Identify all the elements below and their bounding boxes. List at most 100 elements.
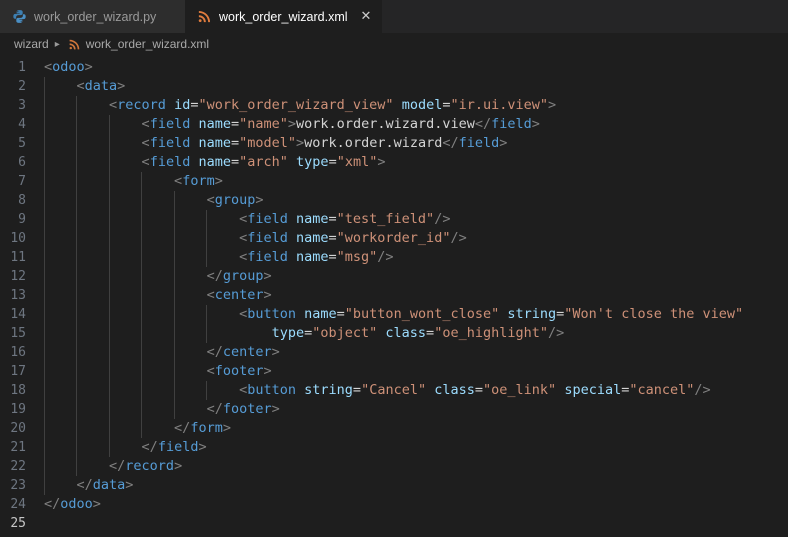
code-editor[interactable]: 1 <odoo> 2 <data> 3 <record id="work_order_… [0,55,788,537]
code-line[interactable]: 10 <field name="workorder_id"/> [0,229,788,248]
code-line-content[interactable]: </odoo> [44,495,788,514]
token-punc: > [84,59,93,75]
code-tokens: </record> [44,458,182,474]
code-line[interactable]: 24 </odoo> [0,495,788,514]
code-line-content[interactable]: <field name="model">work.order.wizard</f… [44,134,788,153]
code-line[interactable]: 5 <field name="model">work.order.wizard<… [0,134,788,153]
token-tag: data [84,78,118,94]
code-line[interactable]: 20 </form> [0,419,788,438]
token-tag: field [149,154,191,170]
token-val: "Cancel" [361,382,427,398]
line-number: 20 [10,421,26,436]
code-line-content[interactable]: <form> [44,172,788,191]
token-attr: name [296,230,329,246]
code-line-content[interactable]: <field name="arch" type="xml"> [44,153,788,172]
code-line[interactable]: 25 [0,514,788,533]
code-line[interactable]: 15 type="object" class="oe_highlight"/> [0,324,788,343]
code-line-content[interactable]: type="object" class="oe_highlight"/> [44,324,788,343]
token-attr: name [198,116,231,132]
token-attr: special [564,382,622,398]
code-line-content[interactable] [44,514,788,533]
code-line-content[interactable]: <group> [44,191,788,210]
code-line[interactable]: 6 <field name="arch" type="xml"> [0,153,788,172]
close-icon[interactable]: ✕ [361,10,372,23]
code-line[interactable]: 13 <center> [0,286,788,305]
token-tag: odoo [52,59,85,75]
xml-file-icon [197,9,212,24]
code-line-content[interactable]: <button string="Cancel" class="oe_link" … [44,381,788,400]
token-eq: = [336,306,345,322]
code-line-content[interactable]: </group> [44,267,788,286]
code-line[interactable]: 9 <field name="test_field"/> [0,210,788,229]
code-line-content[interactable]: <field name="test_field"/> [44,210,788,229]
token-punc: < [44,59,53,75]
token-punc: < [239,382,248,398]
code-line-content[interactable]: <record id="work_order_wizard_view" mode… [44,96,788,115]
line-number: 16 [10,345,26,360]
code-line-content[interactable]: <button name="button_wont_close" string=… [44,305,788,324]
code-line[interactable]: 8 <group> [0,191,788,210]
token-punc: /> [547,325,565,341]
line-number: 1 [18,60,26,75]
token-val: "cancel" [629,382,695,398]
code-line[interactable]: 18 <button string="Cancel" class="oe_lin… [0,381,788,400]
code-line[interactable]: 23 </data> [0,476,788,495]
code-line[interactable]: 12 </group> [0,267,788,286]
line-number: 10 [10,231,26,246]
code-line-content[interactable]: <footer> [44,362,788,381]
token-punc: > [531,116,540,132]
code-line-content[interactable]: </center> [44,343,788,362]
token-tag: odoo [60,496,93,512]
token-punc: </ [174,420,191,436]
token-tag: record [117,97,166,113]
token-punc: > [296,135,305,151]
line-number: 25 [10,516,26,531]
token-tag: button [247,306,296,322]
code-line-content[interactable]: </record> [44,457,788,476]
breadcrumb-folder[interactable]: wizard [14,37,49,51]
token-punc: < [141,135,150,151]
code-line-content[interactable]: <odoo> [44,58,788,77]
token-tag: field [247,249,288,265]
line-number: 9 [18,212,26,227]
code-line-content[interactable]: <field name="workorder_id"/> [44,229,788,248]
code-line[interactable]: 19 </footer> [0,400,788,419]
token-punc: < [76,78,85,94]
code-line[interactable]: 17 <footer> [0,362,788,381]
code-line[interactable]: 11 <field name="msg"/> [0,248,788,267]
code-line-content[interactable]: </field> [44,438,788,457]
code-line-content[interactable]: <field name="name">work.order.wizard.vie… [44,115,788,134]
code-tokens: </data> [44,477,134,493]
code-line[interactable]: 22 </record> [0,457,788,476]
token-punc: </ [76,477,93,493]
code-line[interactable]: 14 <button name="button_wont_close" stri… [0,305,788,324]
code-line-content[interactable]: <center> [44,286,788,305]
tab-work-order-wizard-xml[interactable]: work_order_wizard.xml ✕ [185,0,383,33]
token-attr: class [434,382,475,398]
code-line[interactable]: 3 <record id="work_order_wizard_view" mo… [0,96,788,115]
code-line[interactable]: 7 <form> [0,172,788,191]
code-line-content[interactable]: <field name="msg"/> [44,248,788,267]
token-val: "test_field" [336,211,435,227]
breadcrumb-file[interactable]: work_order_wizard.xml [86,37,209,51]
code-line[interactable]: 4 <field name="name">work.order.wizard.v… [0,115,788,134]
code-line[interactable]: 1 <odoo> [0,58,788,77]
code-line-content[interactable]: </form> [44,419,788,438]
code-line-content[interactable]: </data> [44,476,788,495]
code-lines[interactable]: 1 <odoo> 2 <data> 3 <record id="work_order_… [0,55,788,533]
token-tag: form [190,420,223,436]
tab-work-order-wizard-py[interactable]: work_order_wizard.py [0,0,185,33]
code-line[interactable]: 2 <data> [0,77,788,96]
code-line-content[interactable]: <data> [44,77,788,96]
code-line-content[interactable]: </footer> [44,400,788,419]
line-number: 14 [10,307,26,322]
code-line[interactable]: 16 </center> [0,343,788,362]
line-number: 18 [10,383,26,398]
code-tokens: <record id="work_order_wizard_view" mode… [44,97,556,113]
code-tokens: </footer> [44,401,280,417]
code-line[interactable]: 21 </field> [0,438,788,457]
breadcrumb: wizard ▸ work_order_wizard.xml [0,33,788,55]
token-punc: < [239,211,248,227]
